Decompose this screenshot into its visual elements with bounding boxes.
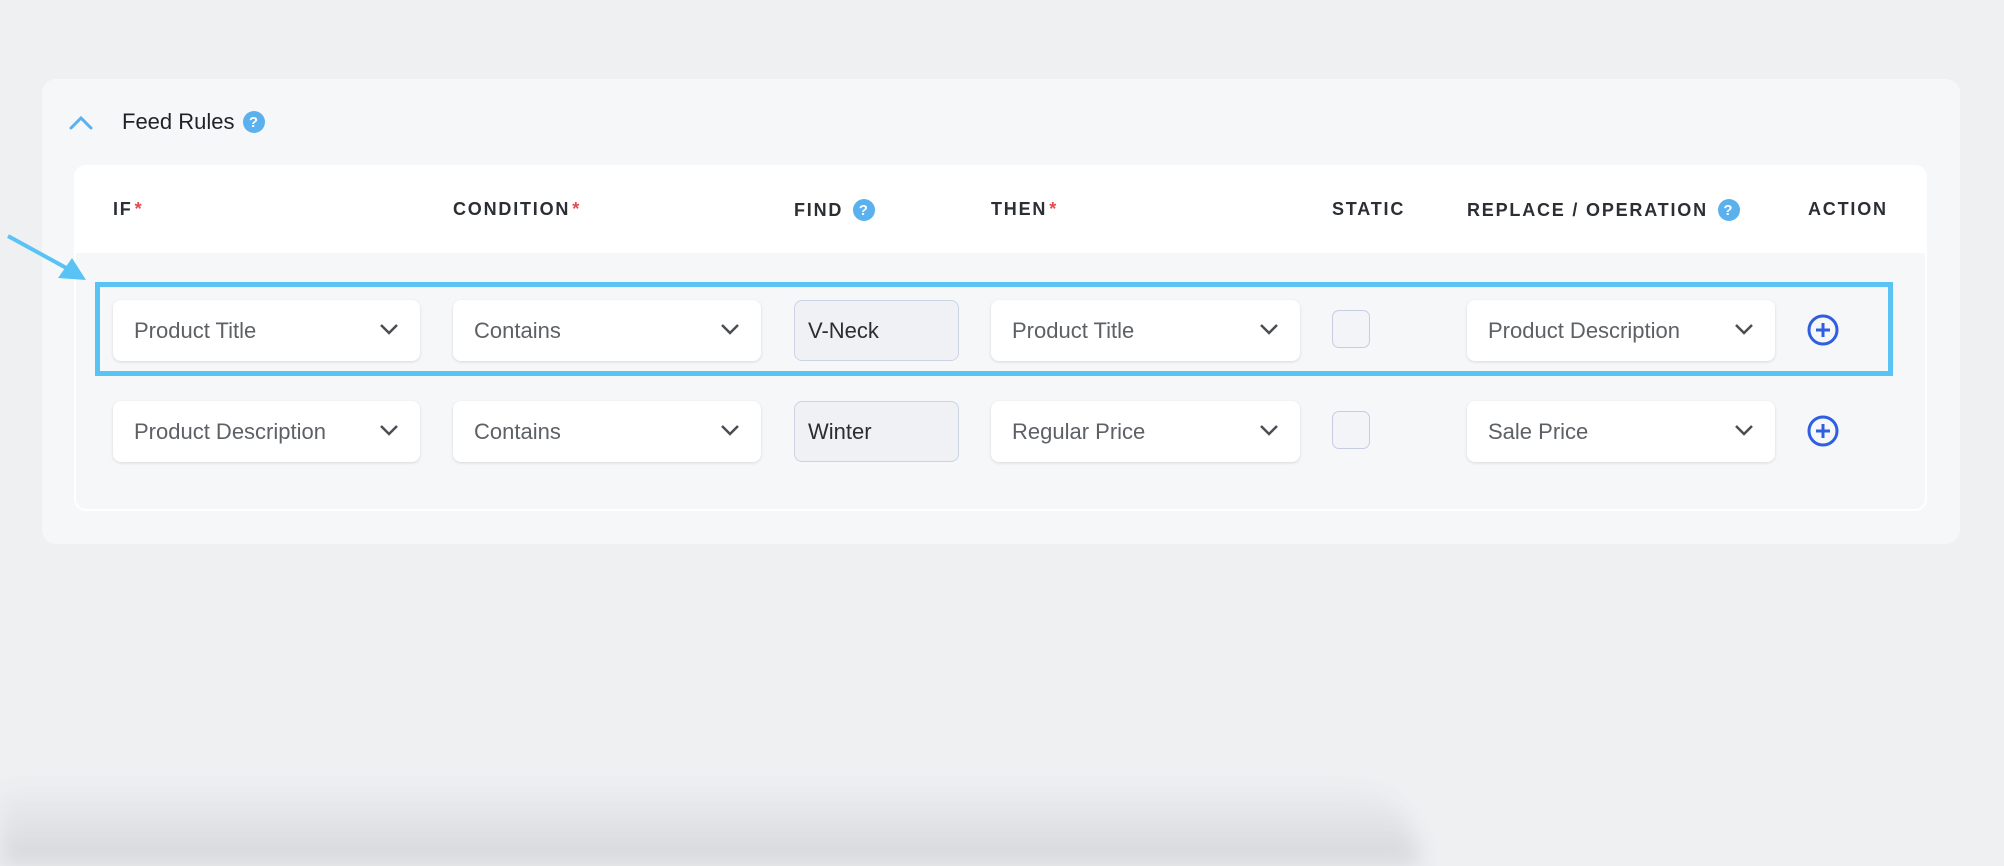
section-title: Feed Rules	[122, 109, 235, 134]
find-input[interactable]: Winter	[794, 401, 959, 462]
header-find: FIND?	[794, 199, 876, 221]
header-then: THEN *	[991, 199, 1059, 219]
pointer-arrow-icon	[7, 234, 86, 280]
then-select[interactable]: Regular Price	[991, 401, 1300, 462]
chevron-up-icon[interactable]	[68, 112, 94, 132]
chevron-down-icon	[1260, 425, 1278, 436]
static-checkbox[interactable]	[1332, 411, 1370, 449]
chevron-down-icon	[380, 425, 398, 436]
chevron-down-icon	[1735, 425, 1753, 436]
chevron-down-icon	[721, 425, 739, 436]
feed-rules-header: Feed Rules ?	[68, 108, 265, 136]
help-icon[interactable]: ?	[242, 111, 265, 133]
highlight-box	[95, 282, 1893, 376]
replace-select[interactable]: Sale Price	[1467, 401, 1775, 462]
header-action: ACTION	[1808, 199, 1888, 219]
help-icon[interactable]: ?	[1717, 199, 1740, 221]
help-icon[interactable]: ?	[853, 199, 876, 221]
header-condition: CONDITION *	[453, 199, 582, 219]
add-rule-icon[interactable]	[1806, 414, 1840, 448]
header-if: IF *	[113, 199, 144, 219]
bottom-shadow	[0, 780, 1420, 866]
condition-select[interactable]: Contains	[453, 401, 761, 462]
header-replace-operation: REPLACE / OPERATION?	[1467, 199, 1740, 221]
header-static: STATIC	[1332, 199, 1406, 219]
table-header: IF * CONDITION * FIND? THEN * STATIC REPLAC…	[76, 167, 1925, 253]
if-select[interactable]: Product Description	[113, 401, 420, 462]
